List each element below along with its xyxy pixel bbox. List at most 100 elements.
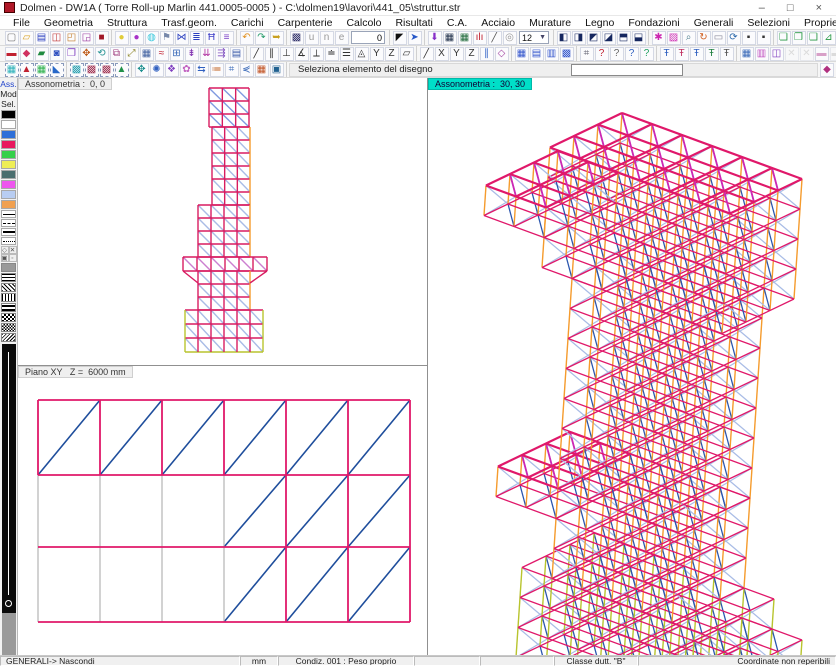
wire-sphere-icon[interactable]: ◍ (145, 31, 159, 45)
table-dark-icon[interactable]: ▦ (443, 31, 457, 45)
triangle-icon[interactable]: ◬ (355, 47, 369, 61)
font-size-select[interactable]: 12▼ (519, 31, 549, 44)
copy-icon[interactable]: ❐ (65, 47, 79, 61)
load2-icon[interactable]: ⇊ (200, 47, 214, 61)
save-file-icon[interactable]: ▤ (35, 31, 49, 45)
rotate-icon[interactable]: ⟲ (95, 47, 109, 61)
coord-z-icon[interactable]: Z (465, 47, 479, 61)
angle-icon[interactable]: ∡ (295, 47, 309, 61)
sel-diamond-icon[interactable]: ❖ (165, 63, 179, 77)
window-n-button[interactable]: n (320, 31, 334, 45)
viewport-axonometric[interactable]: Assonometria : 30, 30 (428, 78, 836, 655)
pan-icon[interactable]: ↻ (697, 31, 711, 45)
viewport-elevation[interactable]: Assonometria : 0, 0 (18, 78, 427, 366)
menu-item-trasf-geom-[interactable]: Trasf.geom. (154, 17, 224, 29)
shade-cone-icon[interactable]: ◤ (393, 31, 407, 45)
select-mesh-icon[interactable]: ▦ (35, 63, 49, 77)
sel-grid-icon[interactable]: ⌗ (225, 63, 239, 77)
coord-diamond-icon[interactable]: ◇ (495, 47, 509, 61)
sel-swap-icon[interactable]: ⇆ (195, 63, 209, 77)
color-swatch-7[interactable] (1, 180, 16, 189)
profile-icon[interactable]: ◫ (770, 47, 784, 61)
layers-icon[interactable]: ≡ (220, 31, 234, 45)
query3-icon[interactable]: ? (625, 47, 639, 61)
pink-bar-icon[interactable]: ▬ (815, 47, 829, 61)
window-u-button[interactable]: u (305, 31, 319, 45)
command-input[interactable] (571, 64, 683, 76)
color-swatch-8[interactable] (1, 190, 16, 199)
load3-icon[interactable]: ⇶ (215, 47, 229, 61)
undo-icon[interactable]: ↶ (240, 31, 254, 45)
select-invert-icon[interactable]: ▩ (100, 63, 114, 77)
viewport-axonometric-label[interactable]: Assonometria : 30, 30 (428, 78, 532, 90)
redo-icon[interactable]: ↷ (255, 31, 269, 45)
minimize-button[interactable]: – (759, 2, 765, 14)
support1-icon[interactable]: Ŧ (660, 47, 674, 61)
axis-z-icon[interactable]: Z (385, 47, 399, 61)
menu-item-propriet-[interactable]: Proprietà (797, 17, 836, 29)
menu-item-geometria[interactable]: Geometria (37, 17, 100, 29)
menu-item-selezioni[interactable]: Selezioni (740, 17, 797, 29)
menu-item-struttura[interactable]: Struttura (100, 17, 154, 29)
axo-2-icon[interactable]: ❐ (792, 31, 806, 45)
spring-icon[interactable]: ≈ (155, 47, 169, 61)
color-swatch-1[interactable] (1, 120, 16, 129)
offset-icon[interactable]: ≐ (325, 47, 339, 61)
dis1-icon[interactable]: ✕ (785, 47, 799, 61)
window-e-button[interactable]: e (335, 31, 349, 45)
extents-icon[interactable]: ⋈ (175, 31, 189, 45)
open-file-icon[interactable]: ▱ (20, 31, 34, 45)
regen-icon[interactable]: ⟳ (727, 31, 741, 45)
hatch-pattern-2[interactable] (1, 283, 16, 292)
axo-flag-icon[interactable]: ⊿ (822, 31, 836, 45)
tolerance-circle-icon[interactable]: ◎ (503, 31, 517, 45)
pick-arrow-icon[interactable]: ➤ (408, 31, 422, 45)
view-left-icon[interactable]: ◩ (587, 31, 601, 45)
mode-button-ass[interactable]: Ass. (0, 79, 17, 89)
sel-box-icon[interactable]: ▣ (270, 63, 284, 77)
array-icon[interactable]: ▦ (140, 47, 154, 61)
render-sphere-icon[interactable]: ● (115, 31, 129, 45)
mode-button-sel[interactable]: Sel. (1, 99, 16, 109)
sel-flower-icon[interactable]: ✿ (180, 63, 194, 77)
maximize-button[interactable]: □ (787, 2, 794, 14)
color-swatch-6[interactable] (1, 170, 16, 179)
perpendicular-icon[interactable]: ⊥ (280, 47, 294, 61)
sel-orange-icon[interactable]: ▦ (255, 63, 269, 77)
query1-icon[interactable]: ? (595, 47, 609, 61)
repeat-icon[interactable]: ➥ (270, 31, 284, 45)
plane-icon[interactable]: ▱ (400, 47, 414, 61)
hatch-pattern-7[interactable] (1, 333, 16, 342)
table-green-icon[interactable]: ▦ (458, 31, 472, 45)
sections-icon[interactable]: ▥ (755, 47, 769, 61)
ortho-icon[interactable]: ⟂ (310, 47, 324, 61)
snap-cross-icon[interactable]: ✕ (9, 246, 17, 254)
menu-item-legno[interactable]: Legno (578, 17, 621, 29)
select-prev-icon[interactable]: ▩ (85, 63, 99, 77)
beam-icon[interactable]: ◆ (20, 47, 34, 61)
dis3-icon[interactable]: ▬ (830, 47, 836, 61)
record-icon[interactable]: ■ (95, 31, 109, 45)
menu-item-murature[interactable]: Murature (522, 17, 578, 29)
import-icon[interactable]: ◰ (65, 31, 79, 45)
menu-item-carichi[interactable]: Carichi (224, 17, 271, 29)
erase-last-icon[interactable]: ◆ (820, 63, 834, 77)
zoom-previous-icon[interactable]: ▭ (712, 31, 726, 45)
hatch-pattern-0[interactable] (1, 263, 16, 272)
sel-move-icon[interactable]: ✥ (135, 63, 149, 77)
mirror-icon[interactable]: ⧉ (110, 47, 124, 61)
dis2-icon[interactable]: ✕ (800, 47, 814, 61)
line-style-solid[interactable] (1, 210, 16, 218)
pencil-line-icon[interactable]: ╱ (488, 31, 502, 45)
zoom-dynamic-icon[interactable]: ✱ (652, 31, 666, 45)
constraint-icon[interactable]: ⊞ (170, 47, 184, 61)
axo-3-icon[interactable]: ❑ (807, 31, 821, 45)
view-dark2-icon[interactable]: ▪ (757, 31, 771, 45)
shell-icon[interactable]: ▰ (35, 47, 49, 61)
menu-item-carpenterie[interactable]: Carpenterie (271, 17, 340, 29)
viewport-elevation-label[interactable]: Assonometria : 0, 0 (18, 78, 112, 90)
beam-view-icon[interactable]: Ħ (205, 31, 219, 45)
zoom-window-icon[interactable]: ▨ (667, 31, 681, 45)
view-right-icon[interactable]: ◪ (602, 31, 616, 45)
menu-item-risultati[interactable]: Risultati (388, 17, 439, 29)
